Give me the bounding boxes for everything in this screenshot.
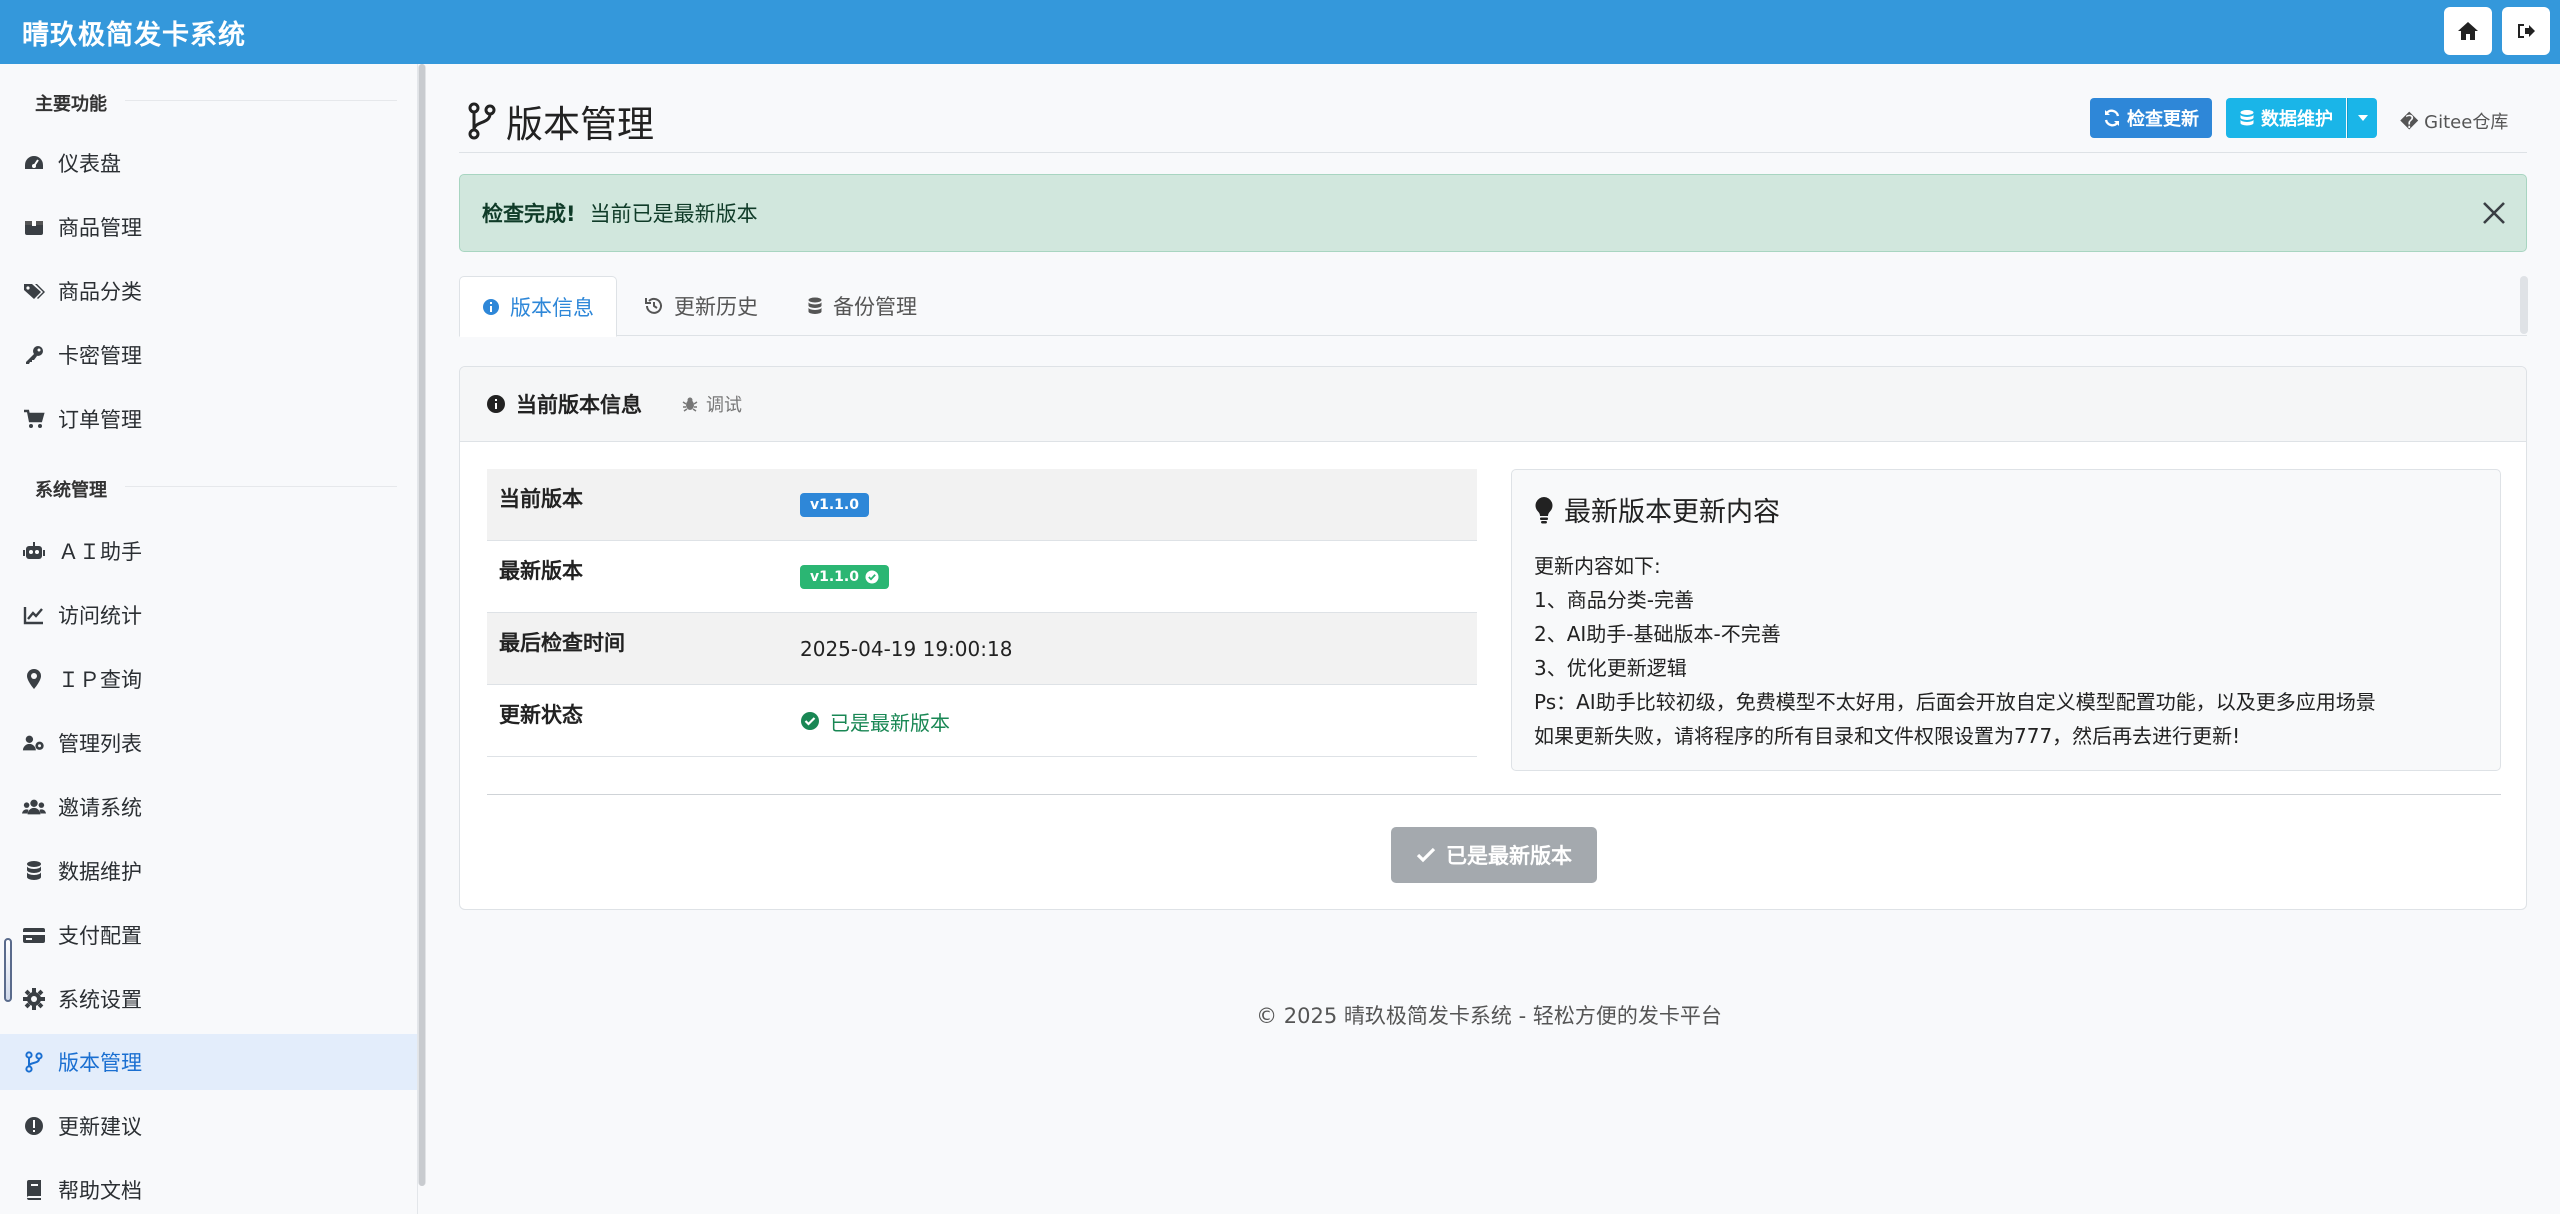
- caret-down-icon: [2357, 115, 2368, 121]
- sidebar-item-help[interactable]: 帮助文档: [0, 1162, 417, 1214]
- release-notes-panel: 最新版本更新内容 更新内容如下: 1、商品分类-完善 2、AI助手-基础版本-不…: [1511, 469, 2501, 771]
- info-circle-icon: [483, 298, 499, 315]
- database-icon: [808, 297, 822, 314]
- version-info-card: 当前版本信息 调试 当前版本 v1.1.0 最新版本 v1.1.0 最后检查时间…: [459, 366, 2527, 910]
- sidebar-item-products[interactable]: 商品管理: [0, 199, 417, 255]
- card-divider: [487, 794, 2501, 795]
- sidebar-item-data-maintenance[interactable]: 数据维护: [0, 843, 417, 899]
- code-branch-icon: [22, 1050, 46, 1074]
- tab-bar: 版本信息 更新历史 备份管理: [459, 276, 2527, 337]
- info-circle-icon: [487, 395, 505, 413]
- table-row: 最新版本 v1.1.0: [487, 541, 1477, 613]
- release-note-line: 更新内容如下:: [1534, 554, 1661, 578]
- sidebar-item-categories[interactable]: 商品分类: [0, 263, 417, 319]
- users-cog-icon: [22, 731, 46, 755]
- code-branch-icon: [468, 102, 496, 140]
- table-row: 更新状态 已是最新版本: [487, 685, 1477, 757]
- dashboard-icon: [22, 151, 46, 175]
- current-version-badge: v1.1.0: [800, 493, 869, 517]
- book-icon: [22, 1178, 46, 1202]
- gitee-repo-link[interactable]: � Gitee仓库: [2400, 108, 2508, 134]
- lightbulb-icon: [1535, 496, 1553, 523]
- home-icon: [2458, 22, 2478, 40]
- sidebar-item-visit-stats[interactable]: 访问统计: [0, 587, 417, 643]
- database-icon: [22, 859, 46, 883]
- sidebar-item-dashboard[interactable]: 仪表盘: [0, 135, 417, 191]
- row-label: 更新状态: [499, 703, 583, 727]
- refresh-icon: [2104, 109, 2120, 127]
- tab-update-history[interactable]: 更新历史: [622, 276, 780, 336]
- sidebar-item-ip-lookup[interactable]: ＩＰ查询: [0, 651, 417, 707]
- row-label: 当前版本: [499, 487, 583, 511]
- database-icon: [2240, 110, 2254, 126]
- map-pin-icon: [22, 667, 46, 691]
- check-icon: [1416, 847, 1436, 863]
- alert-title: 检查完成!: [482, 202, 576, 226]
- release-note-line: 3、优化更新逻辑: [1534, 656, 1687, 680]
- sidebar-section-system: 系统管理: [35, 480, 107, 501]
- chart-line-icon: [22, 603, 46, 627]
- close-icon[interactable]: [2480, 199, 2508, 227]
- section-divider: [125, 100, 397, 101]
- home-button[interactable]: [2444, 7, 2492, 55]
- credit-card-icon: [22, 923, 46, 947]
- sign-out-icon: [2518, 24, 2535, 38]
- last-check-time: 2025-04-19 19:00:18: [800, 637, 1013, 661]
- resize-handle[interactable]: [4, 938, 12, 1002]
- sidebar-item-orders[interactable]: 订单管理: [0, 391, 417, 447]
- release-note-line: 2、AI助手-基础版本-不完善: [1534, 622, 1781, 646]
- footer-text: © 2025 晴玖极简发卡系统 - 轻松方便的发卡平台: [1256, 1004, 1722, 1028]
- row-label: 最后检查时间: [499, 631, 625, 655]
- release-note-line: 如果更新失败，请将程序的所有目录和文件权限设置为777，然后再去进行更新!: [1534, 724, 2241, 748]
- release-note-line: 1、商品分类-完善: [1534, 588, 1694, 612]
- exclamation-circle-icon: [22, 1114, 46, 1138]
- data-maintenance-dropdown-toggle[interactable]: [2347, 98, 2377, 138]
- already-latest-button[interactable]: 已是最新版本: [1391, 827, 1597, 883]
- row-label: 最新版本: [499, 559, 583, 583]
- app-title[interactable]: 晴玖极简发卡系统: [22, 13, 246, 52]
- page-title: 版本管理: [468, 94, 654, 148]
- card-title: 当前版本信息: [516, 393, 642, 417]
- robot-icon: [22, 539, 46, 563]
- box-icon: [22, 215, 46, 239]
- history-icon: [645, 297, 662, 314]
- card-header: 当前版本信息 调试: [460, 367, 2526, 442]
- check-circle-icon: [801, 712, 819, 730]
- tab-version-info[interactable]: 版本信息: [459, 276, 617, 337]
- tabs-scrollbar[interactable]: [2520, 276, 2528, 334]
- check-circle-icon: [865, 570, 879, 584]
- sidebar-item-ai-assistant[interactable]: ＡＩ助手: [0, 523, 417, 579]
- check-update-button[interactable]: 检查更新: [2090, 98, 2212, 138]
- alert-message: 当前已是最新版本: [589, 202, 758, 226]
- sidebar-section-main: 主要功能: [35, 94, 107, 115]
- latest-version-badge: v1.1.0: [800, 565, 889, 589]
- users-icon: [22, 795, 46, 819]
- update-status: 已是最新版本: [800, 707, 950, 736]
- sidebar-item-payment[interactable]: 支付配置: [0, 907, 417, 963]
- sidebar: 主要功能 系统管理 仪表盘 商品管理 商品分类 卡密管理 订单管理 ＡＩ助手 访…: [0, 64, 418, 1214]
- tags-icon: [22, 279, 46, 303]
- section-divider: [125, 486, 397, 487]
- tab-backup[interactable]: 备份管理: [785, 276, 939, 336]
- sidebar-item-suggestions[interactable]: 更新建议: [0, 1098, 417, 1154]
- sidebar-item-version[interactable]: 版本管理: [0, 1034, 417, 1090]
- debug-button[interactable]: 调试: [682, 391, 742, 417]
- sidebar-item-admin-list[interactable]: 管理列表: [0, 715, 417, 771]
- table-row: 最后检查时间 2025-04-19 19:00:18: [487, 613, 1477, 685]
- sidebar-item-invite[interactable]: 邀请系统: [0, 779, 417, 835]
- data-maintenance-button[interactable]: 数据维护: [2226, 98, 2346, 138]
- top-navbar: 晴玖极简发卡系统: [0, 0, 2560, 64]
- logout-button[interactable]: [2502, 7, 2550, 55]
- cart-icon: [22, 407, 46, 431]
- success-alert: 检查完成! 当前已是最新版本: [459, 174, 2527, 252]
- version-info-table: 当前版本 v1.1.0 最新版本 v1.1.0 最后检查时间 2025-04-1…: [487, 469, 1477, 757]
- sidebar-item-cards[interactable]: 卡密管理: [0, 327, 417, 383]
- release-notes-title: 最新版本更新内容: [1534, 490, 2478, 529]
- release-note-line: Ps：AI助手比较初级，免费模型不太好用，后面会开放自定义模型配置功能，以及更多…: [1534, 690, 2376, 714]
- key-icon: [22, 343, 46, 367]
- header-divider: [459, 152, 2527, 153]
- table-row: 当前版本 v1.1.0: [487, 469, 1477, 541]
- bug-icon: [682, 397, 698, 412]
